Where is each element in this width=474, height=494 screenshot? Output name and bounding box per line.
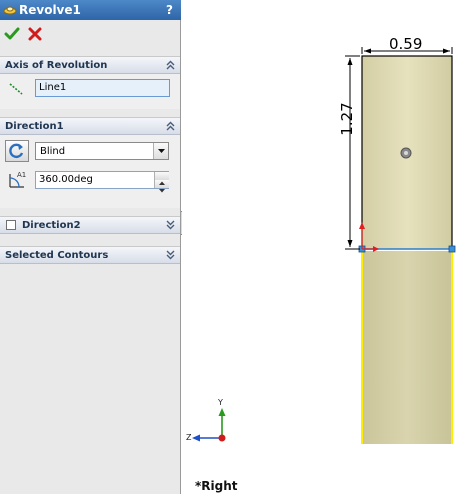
view-orientation-label: *Right xyxy=(195,479,238,493)
axis-selection-field[interactable]: Line1 xyxy=(35,79,170,97)
chevron-double-down-icon[interactable] xyxy=(165,219,176,231)
direction1-header[interactable]: Direction1 xyxy=(0,118,180,135)
axis-of-revolution-group: Axis of Revolution Line1 xyxy=(0,56,180,109)
direction2-group: Direction2 xyxy=(0,216,180,234)
line-axis-icon xyxy=(9,83,23,95)
axis-of-revolution-header[interactable]: Axis of Revolution xyxy=(0,57,180,74)
chevron-double-up-icon[interactable] xyxy=(165,120,176,132)
direction1-label: Direction1 xyxy=(5,121,64,132)
reverse-direction-button[interactable] xyxy=(5,140,29,162)
feature-title-bar: Revolve1 ? xyxy=(0,0,181,20)
height-dimension-value[interactable]: 1.27 xyxy=(338,99,356,139)
center-point-dot xyxy=(404,151,408,155)
chevron-double-down-icon[interactable] xyxy=(165,249,176,261)
revolve-preview-body xyxy=(362,251,452,444)
selected-contours-header[interactable]: Selected Contours xyxy=(0,247,180,264)
end-condition-select[interactable]: Blind xyxy=(35,142,169,160)
endpoint-handle[interactable] xyxy=(448,245,456,253)
direction2-header[interactable]: Direction2 xyxy=(0,217,180,234)
help-icon[interactable]: ? xyxy=(166,2,173,18)
feature-title: Revolve1 xyxy=(19,3,81,17)
selected-contours-label: Selected Contours xyxy=(5,250,109,261)
end-condition-value: Blind xyxy=(40,146,66,157)
spin-up-icon[interactable] xyxy=(155,172,169,185)
property-manager-panel: Revolve1 ? Axis of Revolution Line1 Dire… xyxy=(0,0,181,494)
angle-icon: A1 xyxy=(9,171,26,188)
direction2-checkbox[interactable] xyxy=(6,220,16,230)
revolution-angle-input[interactable]: 360.00deg xyxy=(35,171,169,189)
svg-text:A1: A1 xyxy=(17,171,26,179)
width-dimension-value[interactable]: 0.59 xyxy=(389,35,422,53)
direction2-label: Direction2 xyxy=(22,220,81,231)
direction1-group: Direction1 Blind A1 360.00deg xyxy=(0,117,180,208)
graphics-viewport[interactable] xyxy=(182,0,474,494)
angle-spinner[interactable] xyxy=(154,172,169,193)
checkmark-icon[interactable] xyxy=(4,26,20,42)
revolve-icon xyxy=(3,6,17,15)
spin-down-icon[interactable] xyxy=(155,180,169,193)
selected-contours-group: Selected Contours xyxy=(0,246,180,264)
chevron-down-icon[interactable] xyxy=(153,143,168,159)
triad-z-label: Z xyxy=(186,433,192,442)
axis-of-revolution-label: Axis of Revolution xyxy=(5,60,108,71)
triad-y-label: Y xyxy=(218,398,223,407)
ok-cancel-bar xyxy=(0,20,181,50)
model-scene xyxy=(192,47,456,444)
triad-x-axis xyxy=(218,434,226,442)
x-icon[interactable] xyxy=(27,26,43,42)
chevron-double-up-icon[interactable] xyxy=(165,59,176,71)
reverse-direction-icon xyxy=(9,143,24,159)
